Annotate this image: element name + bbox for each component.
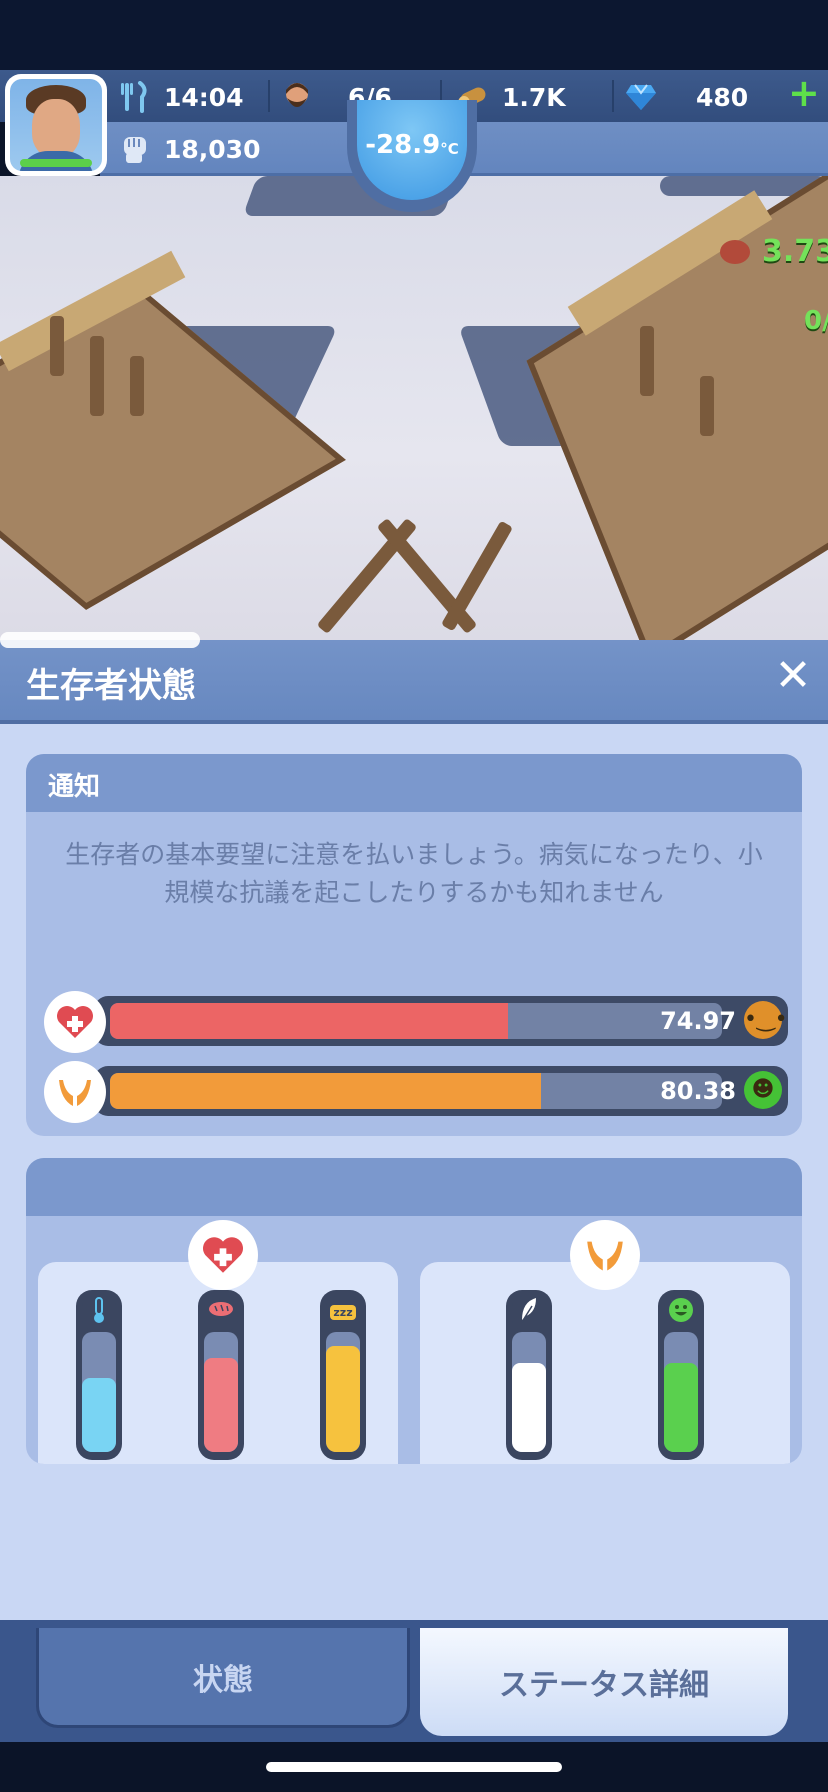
comfort-meter[interactable]: [506, 1290, 552, 1460]
temperature-unit: °C: [440, 140, 459, 158]
wood-post: [130, 356, 144, 416]
wood-post: [700, 376, 714, 436]
panel-header: 生存者状態 ✕: [0, 632, 828, 724]
survivor-icon: [280, 80, 314, 114]
comfort-meter-fill: [512, 1363, 546, 1452]
smile-icon: [664, 1296, 698, 1330]
notice-card-header: 通知: [26, 754, 802, 812]
temperature-value: -28.9: [365, 130, 441, 160]
happiness-bar-row[interactable]: 80.38 ☻: [44, 1061, 788, 1123]
zzz-icon: zzz: [326, 1296, 360, 1330]
mood-meter[interactable]: [658, 1290, 704, 1460]
needs-card-header: [26, 1158, 802, 1216]
happiness-bar-fill: [110, 1073, 541, 1109]
gem-value: 480: [696, 82, 749, 112]
tab-status-details[interactable]: ステータス詳細: [420, 1628, 788, 1736]
snow-decoration: [0, 632, 200, 648]
wood-post: [640, 326, 654, 396]
avatar-face: [32, 99, 80, 157]
capacity-label: 0/: [804, 306, 828, 336]
survivor-status-panel: 生存者状態 ✕ 通知 生存者の基本要望に注意を払いましょう。病気になったり、小規…: [0, 632, 828, 1660]
close-button[interactable]: ✕: [770, 654, 816, 700]
wood-value: 1.7K: [502, 82, 566, 112]
notice-text: 生存者の基本要望に注意を払いましょう。病気になったり、小規模な抗議を起こしたりす…: [65, 840, 763, 907]
thermometer-icon: [82, 1296, 116, 1330]
neutral-face-icon: •‿•: [744, 1001, 788, 1039]
game-scene[interactable]: 3.73 0/: [0, 176, 828, 640]
player-avatar[interactable]: [5, 74, 107, 176]
health-heart-icon: [44, 991, 106, 1053]
avatar-portrait: [10, 79, 102, 171]
wood-post: [90, 336, 104, 416]
bottom-tab-bar: 状態 ステータス詳細: [0, 1620, 828, 1742]
warmth-meter[interactable]: [76, 1290, 122, 1460]
notice-title: 通知: [48, 772, 101, 802]
happiness-bar: [110, 1073, 722, 1109]
rest-meter-track: [326, 1332, 360, 1452]
health-bar-row[interactable]: 74.97 •‿•: [44, 991, 788, 1053]
food-meter-track: [204, 1332, 238, 1452]
happiness-badge-icon: [570, 1220, 640, 1290]
happiness-hands-icon: [44, 1061, 106, 1123]
health-bar-fill: [110, 1003, 508, 1039]
happiness-value: 80.38: [660, 1077, 736, 1105]
food-time-value: 14:04: [164, 82, 244, 112]
happy-face-icon: ☻: [744, 1071, 782, 1109]
gem-icon: [624, 80, 658, 114]
avatar-health-bar: [20, 159, 92, 167]
notice-card: 通知 生存者の基本要望に注意を払いましょう。病気になったり、小規模な抗議を起こし…: [26, 754, 802, 1136]
tab-status[interactable]: 状態: [36, 1628, 410, 1728]
production-rate-label: 3.73: [762, 234, 828, 269]
power-resource[interactable]: 18,030: [118, 132, 260, 166]
gem-resource[interactable]: 480: [624, 80, 748, 114]
rest-meter-fill: [326, 1346, 360, 1452]
fist-icon: [118, 132, 152, 166]
hud-divider: [612, 80, 614, 112]
mood-meter-fill: [664, 1363, 698, 1452]
meat-icon: [720, 240, 750, 264]
feather-icon: [512, 1296, 546, 1330]
food-meter-fill: [204, 1358, 238, 1452]
bread-icon: [204, 1296, 238, 1330]
warmth-meter-fill: [82, 1377, 116, 1452]
scaffold-beam: [440, 520, 514, 632]
hud-divider: [268, 80, 270, 112]
home-indicator[interactable]: [266, 1762, 562, 1772]
happiness-needs-panel: [420, 1262, 790, 1464]
power-value: 18,030: [164, 134, 261, 164]
add-gems-button[interactable]: +: [788, 74, 820, 112]
warmth-meter-track: [82, 1332, 116, 1452]
food-resource[interactable]: 14:04: [118, 80, 244, 114]
health-value: 74.97: [660, 1007, 736, 1035]
panel-title: 生存者状態: [26, 666, 196, 706]
health-badge-icon: [188, 1220, 258, 1290]
scaffold-beam: [376, 517, 478, 635]
wood-post: [50, 316, 64, 376]
mood-meter-track: [664, 1332, 698, 1452]
needs-card: zzz: [26, 1158, 802, 1464]
rest-meter[interactable]: zzz: [320, 1290, 366, 1460]
comfort-meter-track: [512, 1332, 546, 1452]
fork-knife-icon: [118, 80, 152, 114]
health-bar: [110, 1003, 722, 1039]
system-status-bar: [0, 0, 828, 70]
food-meter[interactable]: [198, 1290, 244, 1460]
